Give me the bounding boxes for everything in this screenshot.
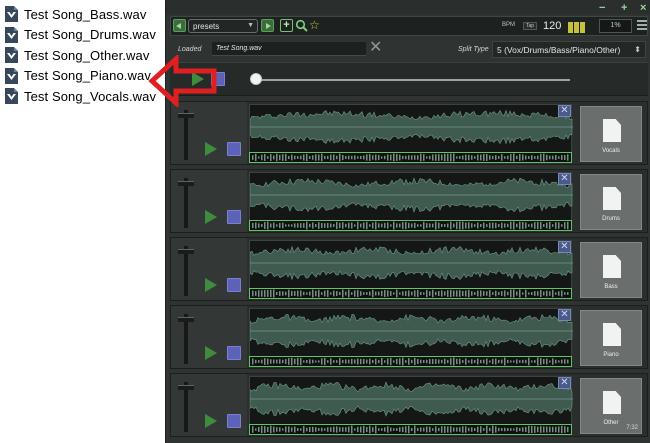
document-icon [603,323,621,346]
stem-file-tile[interactable]: Vocals [580,106,642,162]
file-item-other[interactable]: Test Song_Other.wav [4,45,164,65]
maximize-button[interactable]: + [621,2,627,14]
seek-slider-thumb[interactable] [250,73,262,85]
file-list: Test Song_Bass.wav Test Song_Drums.wav T… [4,4,164,107]
track-play-button[interactable] [203,413,219,429]
file-item-drums[interactable]: Test Song_Drums.wav [4,25,164,45]
progress-readout: 1% [599,19,632,33]
volume-fader-knob[interactable] [178,317,194,322]
remove-track-button[interactable]: ✕ [558,377,571,389]
screen: Test Song_Bass.wav Test Song_Drums.wav T… [0,0,650,443]
red-arrow-icon [148,53,218,109]
document-icon [603,391,621,414]
minimize-button[interactable]: − [599,2,605,14]
stem-file-tile[interactable]: Bass [580,242,642,298]
remove-track-button[interactable]: ✕ [558,173,571,185]
next-preset-button[interactable] [261,19,274,32]
track-play-button[interactable] [203,209,219,225]
seek-slider-track[interactable] [256,79,570,81]
split-type-dropdown[interactable]: 5 (Vox/Drums/Bass/Piano/Other) ⬍ [492,41,646,58]
track-stop-button[interactable] [227,414,241,428]
track-drums: ✕ Drums [170,169,648,233]
track-play-button[interactable] [203,345,219,361]
document-icon [603,119,621,142]
file-name: Test Song_Drums.wav [24,27,156,42]
track-controls [171,102,247,164]
track-stop-button[interactable] [227,346,241,360]
remove-track-button[interactable]: ✕ [558,105,571,117]
search-icon[interactable] [295,19,308,32]
file-name: Test Song_Piano.wav [24,68,151,83]
wav-file-icon [4,47,19,63]
file-name: Test Song_Bass.wav [24,6,147,22]
stem-file-tile[interactable]: Other 7:32 [580,378,642,434]
tap-tempo-button[interactable]: Tap [523,22,538,30]
waveform-overview[interactable] [249,152,572,163]
waveform-overview[interactable] [249,288,572,299]
track-controls [171,170,247,232]
file-name: Test Song_Vocals.wav [24,88,157,104]
waveform-overview[interactable] [249,220,572,231]
prev-preset-button[interactable] [173,19,186,32]
chevron-down-icon: ▼ [247,22,254,29]
chevron-updown-icon: ⬍ [634,45,641,54]
toolbar: presets ▼ + ☆ BPM Tap 120 1% [170,16,648,36]
hamburger-icon[interactable] [637,20,647,30]
track-bass: ✕ Bass [170,237,648,301]
track-stop-button[interactable] [227,278,241,292]
stem-name: Bass [604,284,618,290]
stem-file-tile[interactable]: Piano [580,310,642,366]
wav-file-icon [4,67,19,84]
stem-name: Vocals [602,148,620,154]
clear-loaded-button[interactable]: ✕ [369,40,382,56]
split-type-label: Split Type [458,46,489,53]
loaded-file-field[interactable]: Test Song.wav [212,42,366,56]
stem-name: Piano [603,352,619,358]
volume-fader-knob[interactable] [178,181,194,186]
add-preset-button[interactable]: + [280,19,293,32]
remove-track-button[interactable]: ✕ [558,309,571,321]
track-controls [171,306,247,368]
document-icon [603,255,621,278]
presets-value: presets [193,22,220,31]
track-controls [171,238,247,300]
file-name: Test Song_Other.wav [24,47,150,63]
volume-fader-knob[interactable] [178,113,194,118]
stem-file-tile[interactable]: Drums [580,174,642,230]
stem-splitter-window: − + × presets ▼ + ☆ BPM Tap 120 1% Loade… [165,0,650,443]
close-window-button[interactable]: × [640,2,646,14]
track-play-button[interactable] [203,141,219,157]
track-other: ✕ Other 7:32 [170,373,648,437]
file-item-bass[interactable]: Test Song_Bass.wav [4,4,164,24]
level-meter [568,20,588,33]
bpm-value[interactable]: 120 [543,20,561,32]
track-piano: ✕ Piano [170,305,648,369]
file-item-vocals[interactable]: Test Song_Vocals.wav [4,86,164,106]
waveform-overview[interactable] [249,356,572,367]
waveform-overview[interactable] [249,424,572,435]
wav-file-icon [4,6,19,22]
master-transport [170,62,648,96]
wav-file-icon [4,88,19,104]
split-type-value: 5 (Vox/Drums/Bass/Piano/Other) [497,45,621,55]
document-icon [603,187,621,210]
duration-label: 7:32 [626,425,638,431]
wav-file-icon [4,26,19,43]
bpm-label: BPM [502,22,516,28]
track-stop-button[interactable] [227,142,241,156]
file-item-piano[interactable]: Test Song_Piano.wav [4,66,164,86]
volume-fader-knob[interactable] [178,249,194,254]
stem-name: Drums [602,216,620,222]
loaded-label: Loaded [178,46,202,53]
track-play-button[interactable] [203,277,219,293]
track-controls [171,374,247,436]
track-vocals: ✕ Vocals [170,101,648,165]
remove-track-button[interactable]: ✕ [558,241,571,253]
track-stop-button[interactable] [227,210,241,224]
favorite-star-icon[interactable]: ☆ [309,18,320,32]
presets-dropdown[interactable]: presets ▼ [188,19,258,33]
volume-fader-knob[interactable] [178,385,194,390]
